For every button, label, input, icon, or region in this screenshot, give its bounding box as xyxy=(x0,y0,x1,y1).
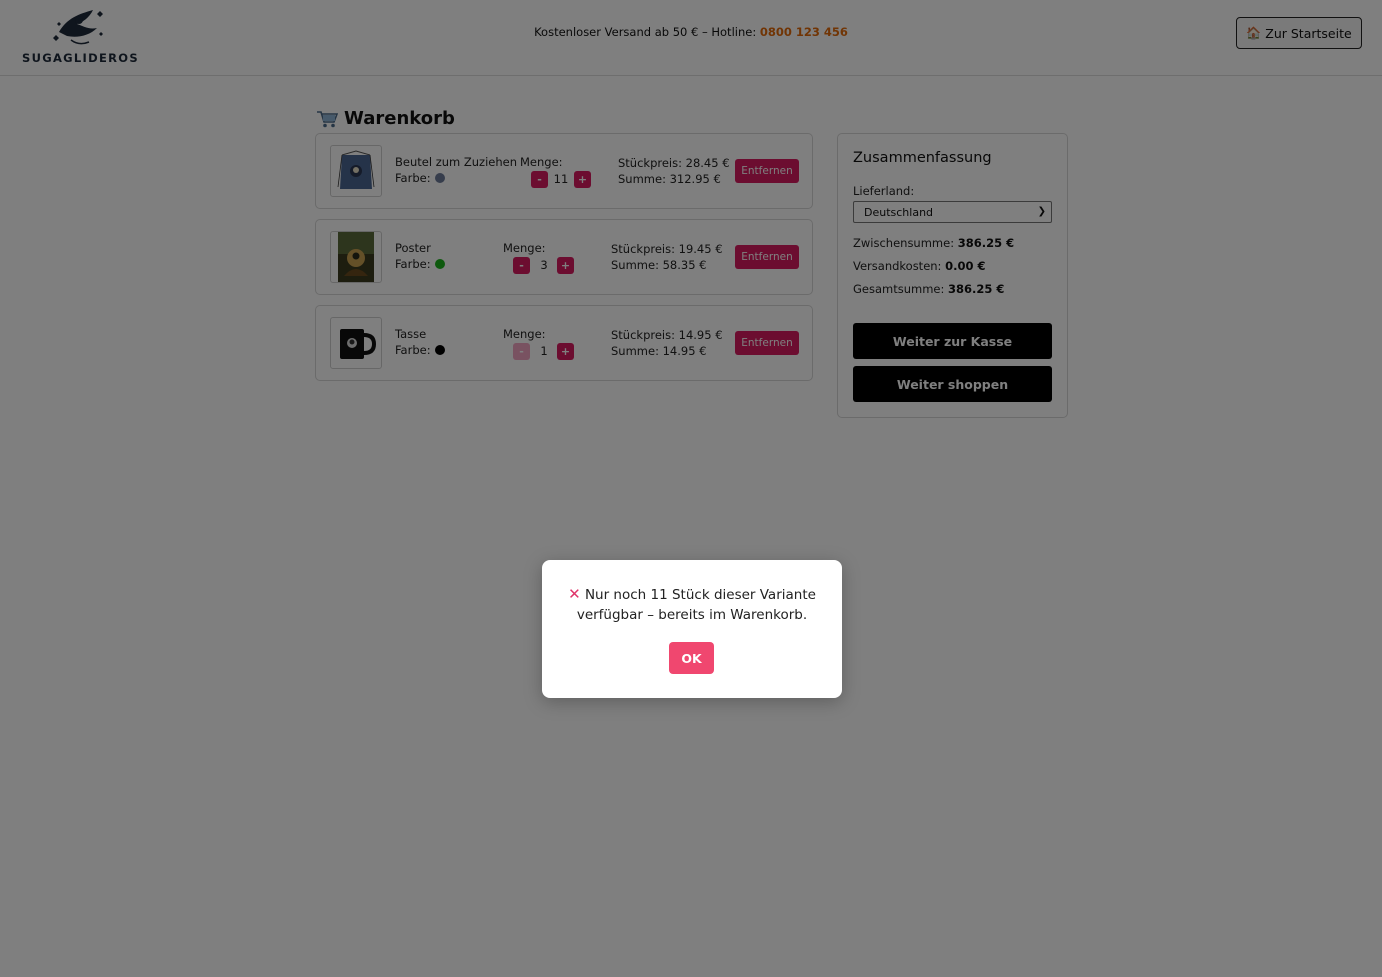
ok-button[interactable]: OK xyxy=(669,642,714,674)
alert-message: ✕ Nur noch 11 Stück dieser Variante verf… xyxy=(562,584,822,625)
x-icon: ✕ xyxy=(568,585,581,603)
alert-dialog: ✕ Nur noch 11 Stück dieser Variante verf… xyxy=(542,560,842,698)
alert-text: Nur noch 11 Stück dieser Variante verfüg… xyxy=(576,587,816,623)
modal-backdrop[interactable] xyxy=(0,0,1382,977)
